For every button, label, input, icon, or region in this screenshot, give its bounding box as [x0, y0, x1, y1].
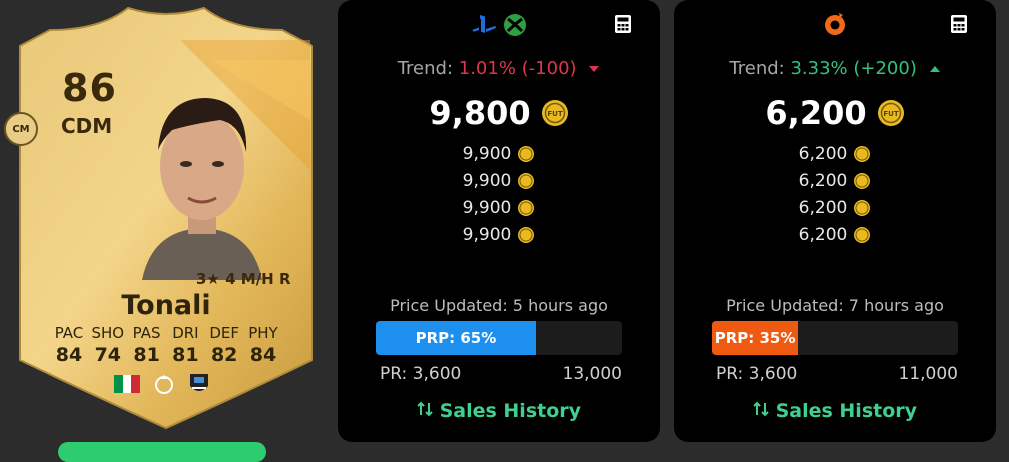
stat-label: PHY [248, 324, 278, 342]
bin-price: 9,900 [462, 170, 512, 191]
skills-weakfoot-workrate: 3★ 4 M/H R [196, 270, 291, 288]
italy-flag-icon [114, 375, 140, 393]
alt-position-badge: CM [4, 112, 38, 146]
player-rating: 86 [62, 66, 117, 110]
xbox-icon [504, 14, 526, 36]
stat-label: PAC [54, 324, 84, 342]
stat-label: DRI [172, 324, 199, 342]
stat-values: 84 74 81 81 82 84 [50, 344, 282, 366]
list-item: 6,200 [674, 221, 996, 248]
fut-coin-icon [518, 172, 535, 189]
trend-row: Trend: 1.01% (-100) [338, 58, 660, 79]
trend-label: Trend: [729, 58, 785, 79]
svg-text:FUT: FUT [883, 110, 898, 118]
price-range: PR: 3,600 13,000 [380, 364, 622, 384]
price-value: 6,200 [765, 94, 867, 132]
origin-icon [825, 13, 845, 35]
player-position: CDM [61, 114, 113, 138]
list-item: 9,900 [338, 221, 660, 248]
card-badges [114, 372, 210, 396]
list-item: 9,900 [338, 167, 660, 194]
list-item: 6,200 [674, 194, 996, 221]
trend-value: 3.33% (+200) [790, 58, 917, 79]
fut-coin-icon [854, 145, 871, 162]
bin-price: 6,200 [798, 143, 848, 164]
fut-coin-icon [518, 145, 535, 162]
prp-bar: PRP: 35% [712, 321, 958, 355]
fut-coin-icon [854, 226, 871, 243]
list-item: 9,900 [338, 194, 660, 221]
console-price-panel: Trend: 1.01% (-100) 9,800 FUT 9,900 9,90… [338, 0, 660, 442]
stat-value: 74 [94, 344, 122, 366]
list-item: 6,200 [674, 140, 996, 167]
sort-arrows-icon [417, 401, 433, 417]
bin-price: 6,200 [798, 170, 848, 191]
player-photo [142, 98, 262, 280]
bin-price: 6,200 [798, 224, 848, 245]
stat-label: DEF [209, 324, 240, 342]
fut-coin-icon: FUT [541, 100, 568, 126]
current-price: 6,200 FUT [674, 94, 996, 132]
price-range-min: PR: 3,600 [380, 364, 462, 384]
bin-price: 6,200 [798, 197, 848, 218]
prp-fill: PRP: 35% [712, 321, 799, 355]
trend-up-icon [929, 66, 940, 72]
sales-history-label: Sales History [439, 400, 582, 422]
lowest-bins-list: 6,200 6,200 6,200 6,200 [674, 140, 996, 248]
player-card[interactable]: CM 86 CDM 3★ 4 M/H R Tonali PAC SHO PAS … [4, 0, 322, 440]
newcastle-badge-icon [190, 374, 208, 391]
price-updated: Price Updated: 7 hours ago [726, 296, 944, 315]
calculator-icon[interactable] [950, 14, 968, 34]
fut-coin-icon [518, 226, 535, 243]
prp-bar: PRP: 65% [376, 321, 622, 355]
player-name: Tonali [121, 290, 211, 321]
trend-value: 1.01% (-100) [458, 58, 577, 79]
prp-fill: PRP: 65% [376, 321, 536, 355]
lowest-bins-list: 9,900 9,900 9,900 9,900 [338, 140, 660, 248]
bin-price: 9,900 [462, 197, 512, 218]
fut-coin-icon [854, 172, 871, 189]
calculator-icon[interactable] [614, 14, 632, 34]
stat-labels: PAC SHO PAS DRI DEF PHY [50, 324, 282, 342]
fut-coin-icon [854, 199, 871, 216]
sales-history-label: Sales History [775, 400, 918, 422]
bin-price: 9,900 [462, 224, 512, 245]
fut-coin-icon: FUT [877, 100, 904, 126]
fut-coin-icon [518, 199, 535, 216]
playstation-icon [472, 15, 496, 33]
price-updated: Price Updated: 5 hours ago [390, 296, 608, 315]
platform-icons [674, 12, 996, 38]
price-range: PR: 3,600 11,000 [716, 364, 958, 384]
price-range-max: 11,000 [898, 364, 958, 384]
trend-label: Trend: [397, 58, 454, 79]
list-item: 6,200 [674, 167, 996, 194]
stat-value: 81 [133, 344, 160, 366]
stat-label: PAS [132, 324, 161, 342]
premier-league-icon [155, 375, 173, 394]
svg-text:FUT: FUT [547, 110, 562, 118]
pc-price-panel: Trend: 3.33% (+200) 6,200 FUT 6,200 6,20… [674, 0, 996, 442]
price-range-min: PR: 3,600 [716, 364, 798, 384]
stat-label: SHO [91, 324, 125, 342]
sort-arrows-icon [753, 401, 769, 417]
bin-price: 9,900 [462, 143, 512, 164]
price-value: 9,800 [429, 94, 531, 132]
list-item: 9,900 [338, 140, 660, 167]
sales-history-link[interactable]: Sales History [338, 400, 660, 422]
stat-value: 84 [55, 344, 83, 366]
current-price: 9,800 FUT [338, 94, 660, 132]
platform-icons [338, 12, 660, 38]
trend-row: Trend: 3.33% (+200) [674, 58, 996, 79]
add-button[interactable] [58, 442, 266, 462]
stat-value: 82 [210, 344, 238, 366]
trend-down-icon [589, 66, 600, 72]
stat-value: 84 [249, 344, 277, 366]
sales-history-link[interactable]: Sales History [674, 400, 996, 422]
price-range-max: 13,000 [562, 364, 622, 384]
stat-value: 81 [172, 344, 199, 366]
